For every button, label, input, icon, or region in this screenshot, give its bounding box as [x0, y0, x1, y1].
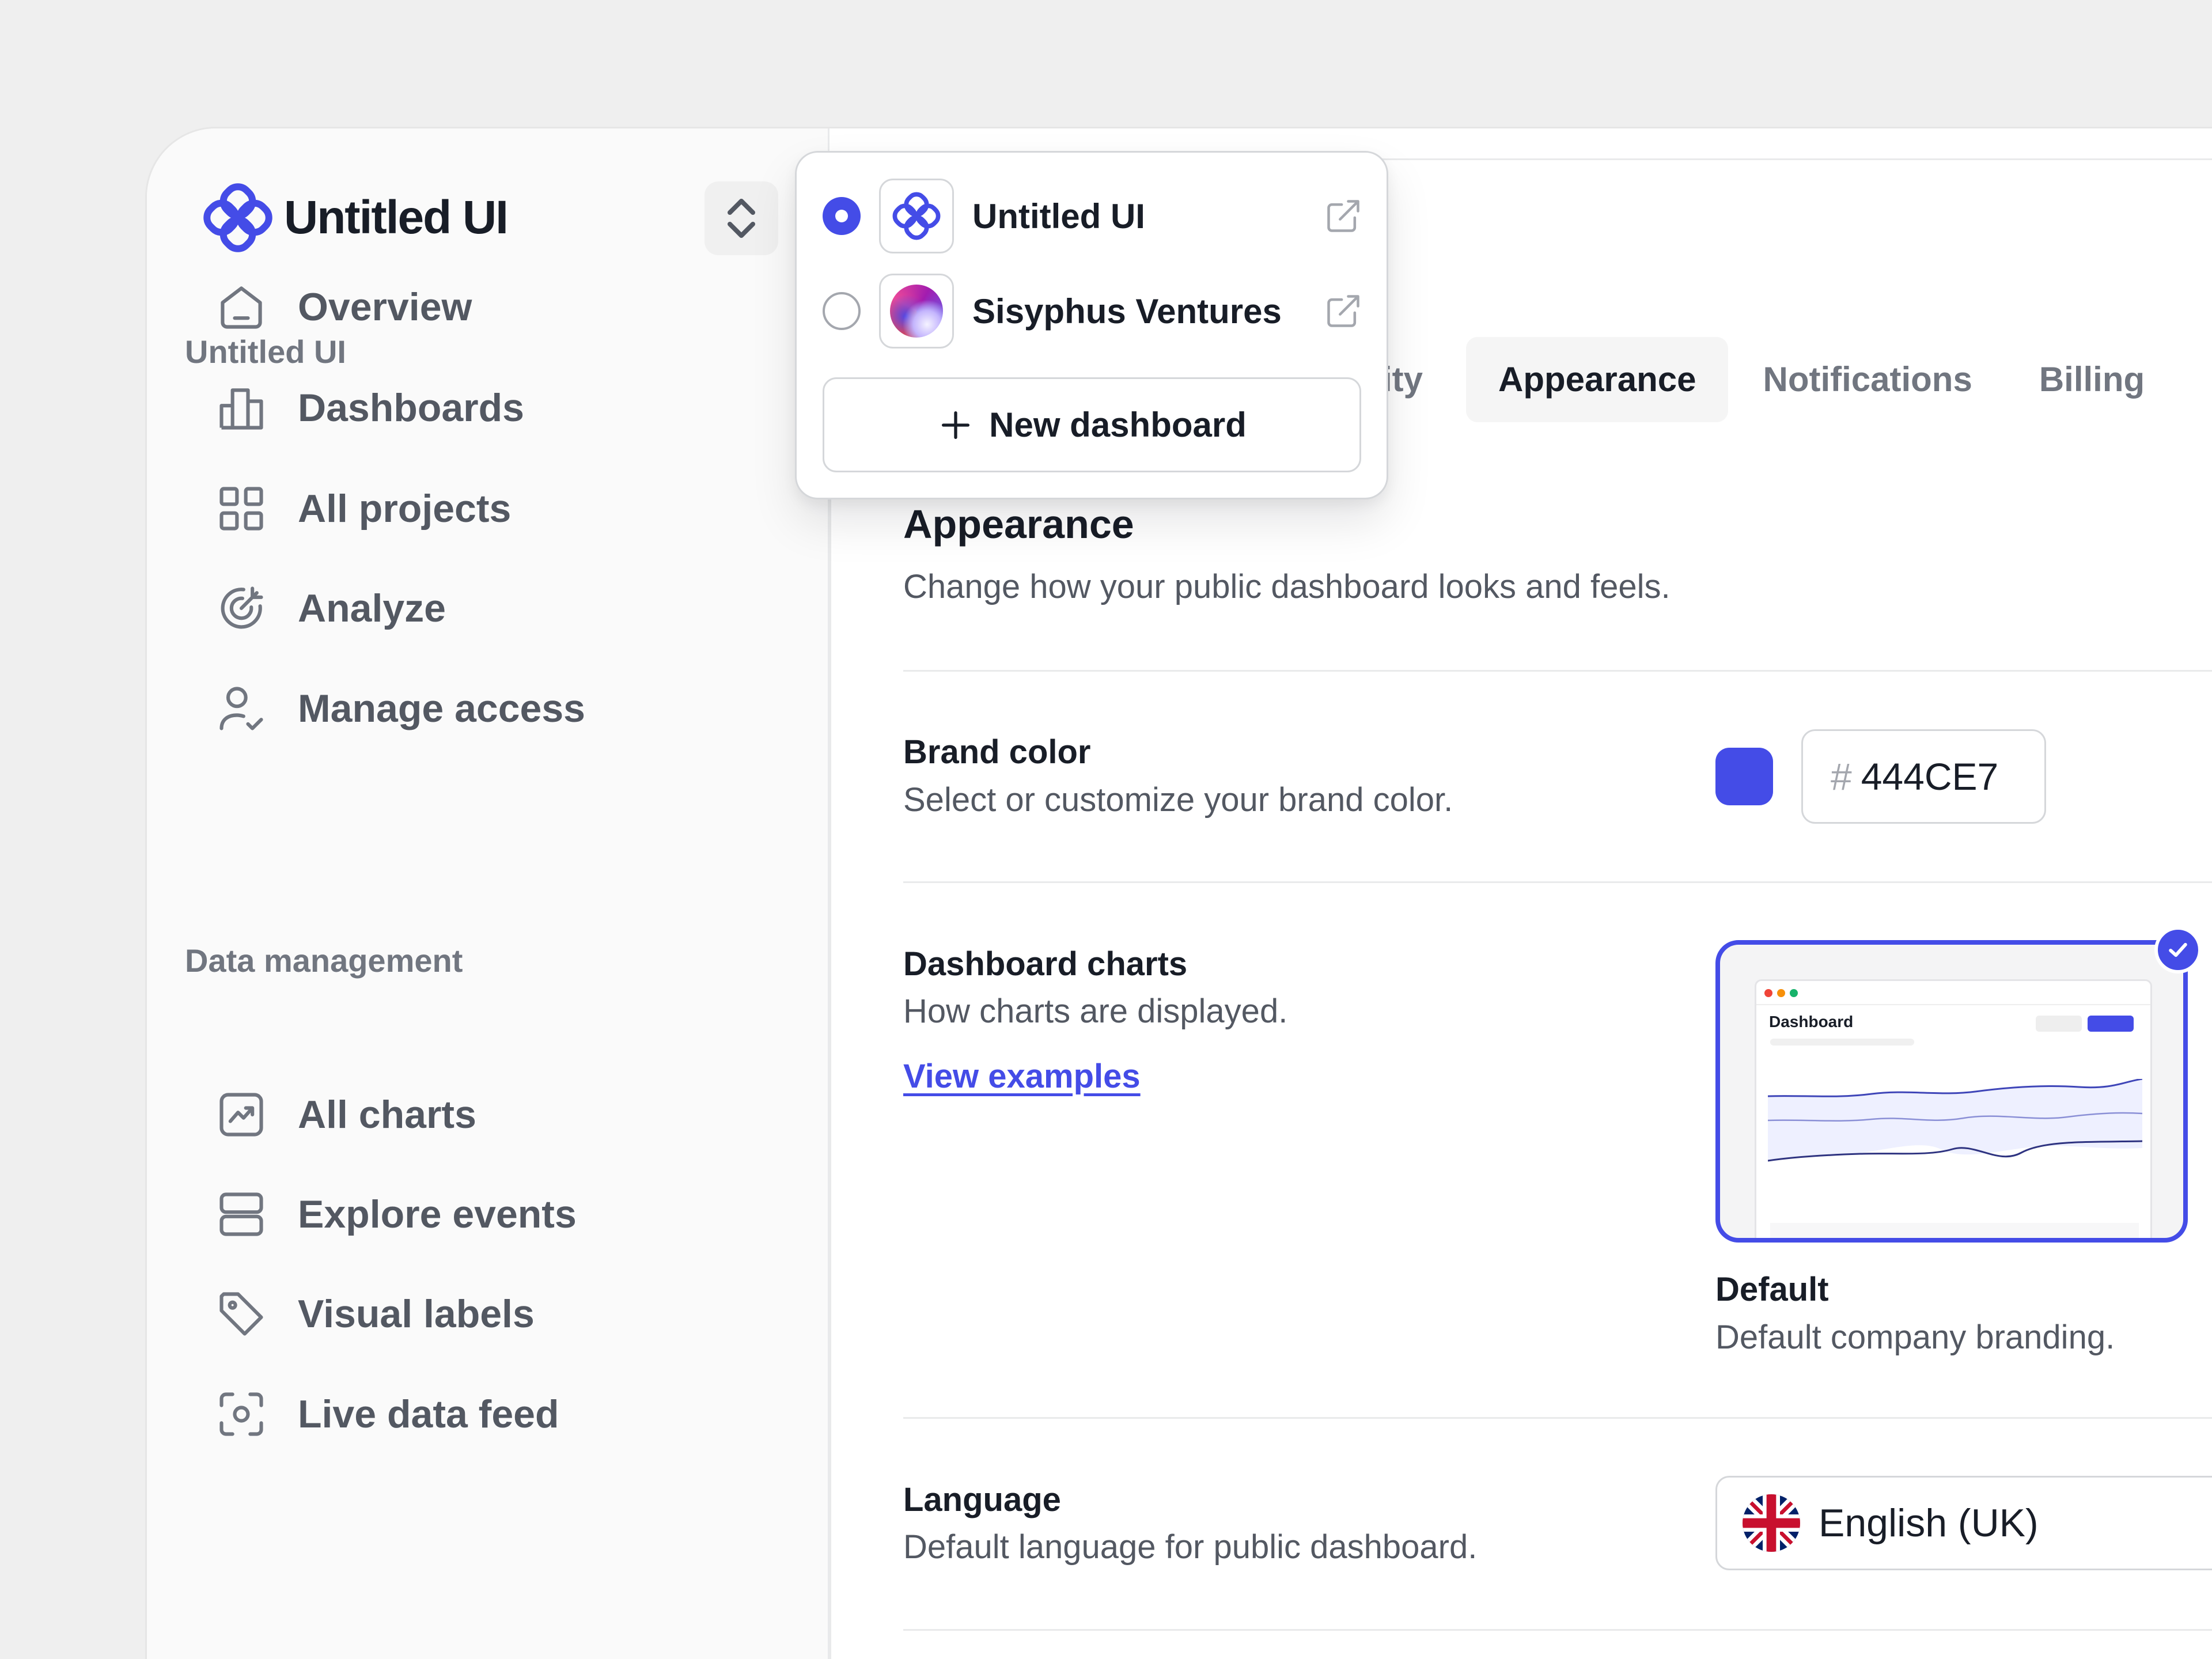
external-link-icon[interactable]	[1324, 196, 1363, 236]
sidebar-item-label: Explore events	[298, 1192, 577, 1236]
home-icon	[221, 286, 262, 329]
rows-icon	[219, 1192, 263, 1236]
workspace-option-sisyphus[interactable]: Sisyphus Ventures	[823, 274, 1282, 349]
sidebar-item-label: All charts	[298, 1093, 476, 1137]
divider	[903, 670, 2212, 672]
sidebar-item-label: Visual labels	[298, 1292, 535, 1336]
tab-appearance[interactable]: Appearance	[1466, 337, 1729, 422]
sidebar-item-label: All projects	[298, 487, 512, 531]
page-title: Appearance	[903, 502, 1134, 547]
sidebar-item-label: Overview	[298, 285, 472, 329]
sidebar-item-label: Analyze	[298, 586, 446, 630]
workspace-option-untitled-ui[interactable]: Untitled UI	[823, 179, 1145, 253]
sidebar-item-manage-access[interactable]: Manage access	[215, 677, 585, 740]
sidebar: Untitled UI Untitled UI Overview Dashboa…	[147, 128, 830, 1659]
workspace-dropdown: Untitled UI Sisyphus Ventures New dashbo…	[795, 151, 1388, 499]
radio-unselected[interactable]	[823, 292, 861, 330]
workspace-switcher-button[interactable]	[704, 181, 778, 255]
sidebar-item-label: Manage access	[298, 687, 585, 730]
logo-icon	[892, 192, 941, 240]
tag-icon	[219, 1292, 263, 1336]
new-dashboard-label: New dashboard	[989, 406, 1247, 444]
brand-color-swatch[interactable]	[1715, 748, 1773, 805]
sidebar-item-visual-labels[interactable]: Visual labels	[215, 1282, 535, 1346]
view-examples-link[interactable]: View examples	[903, 1057, 1141, 1096]
users-check-icon	[219, 687, 263, 730]
language-subtitle: Default language for public dashboard.	[903, 1528, 1478, 1566]
target-icon	[221, 586, 263, 629]
page-subtitle: Change how your public dashboard looks a…	[903, 568, 1671, 605]
charts-subtitle: How charts are displayed.	[903, 993, 1288, 1030]
radio-selected[interactable]	[823, 197, 861, 235]
scan-icon	[219, 1392, 263, 1436]
sidebar-item-live-data-feed[interactable]: Live data feed	[215, 1382, 559, 1446]
divider	[903, 881, 2212, 883]
language-select[interactable]: English (UK)	[1715, 1476, 2212, 1570]
tab-notifications[interactable]: Notifications	[1730, 337, 2004, 422]
workspace-name: Sisyphus Ventures	[972, 291, 1282, 331]
preview-title: Dashboard	[1769, 1013, 1854, 1031]
hash-prefix: #	[1831, 755, 1852, 798]
preview-window: Dashboard	[1755, 979, 2152, 1238]
brand-color-subtitle: Select or customize your brand color.	[903, 781, 1453, 819]
divider	[903, 1417, 2212, 1419]
brand-logo[interactable]: Untitled UI	[203, 183, 509, 252]
chart-option-title: Default	[1715, 1271, 1829, 1308]
sidebar-item-label: Dashboards	[298, 386, 524, 430]
external-link-icon[interactable]	[1324, 291, 1363, 331]
plus-icon	[942, 411, 970, 439]
tab-billing[interactable]: Billing	[2007, 337, 2177, 422]
grid-icon	[219, 487, 263, 531]
brand-color-value: 444CE7	[1861, 755, 1999, 798]
sidebar-item-label: Live data feed	[298, 1392, 559, 1436]
brand-color-input[interactable]: # 444CE7	[1801, 729, 2046, 824]
brand-color-title: Brand color	[903, 733, 1091, 771]
uk-flag-icon	[1743, 1494, 1800, 1552]
selected-check-icon	[2154, 926, 2202, 974]
settings-tabs: Appearance Notifications Billing In	[1466, 337, 2212, 422]
new-dashboard-button[interactable]: New dashboard	[823, 377, 1361, 472]
tab-security-partial[interactable]: ity	[1382, 337, 1423, 422]
sidebar-item-overview[interactable]: Overview	[215, 275, 472, 339]
section-label-data: Data management	[185, 942, 463, 979]
sidebar-item-analyze[interactable]: Analyze	[215, 577, 446, 640]
line-chart-icon	[219, 1093, 263, 1137]
logo-icon	[203, 183, 272, 252]
workspace-avatar	[879, 179, 954, 253]
workspace-name: Untitled UI	[972, 196, 1145, 236]
language-title: Language	[903, 1481, 1061, 1518]
chevron-selector-icon	[728, 199, 755, 238]
sidebar-item-all-charts[interactable]: All charts	[215, 1083, 476, 1146]
brand-name: Untitled UI	[284, 191, 509, 244]
sidebar-item-dashboards[interactable]: Dashboards	[215, 376, 524, 440]
window-dots	[1764, 989, 1798, 997]
sidebar-item-explore-events[interactable]: Explore events	[215, 1183, 577, 1246]
sidebar-item-all-projects[interactable]: All projects	[215, 477, 511, 540]
divider	[903, 1629, 2212, 1631]
tab-integrations-partial[interactable]: In	[2179, 337, 2212, 422]
workspace-avatar	[879, 274, 954, 349]
charts-title: Dashboard charts	[903, 945, 1188, 983]
chart-style-option-default[interactable]: Dashboard	[1715, 940, 2188, 1243]
preview-line-chart	[1768, 1079, 2142, 1162]
language-value: English (UK)	[1819, 1501, 2039, 1545]
sisyphus-logo-icon	[890, 285, 943, 338]
bar-chart-icon	[219, 388, 263, 430]
chart-option-subtitle: Default company branding.	[1715, 1319, 2115, 1356]
